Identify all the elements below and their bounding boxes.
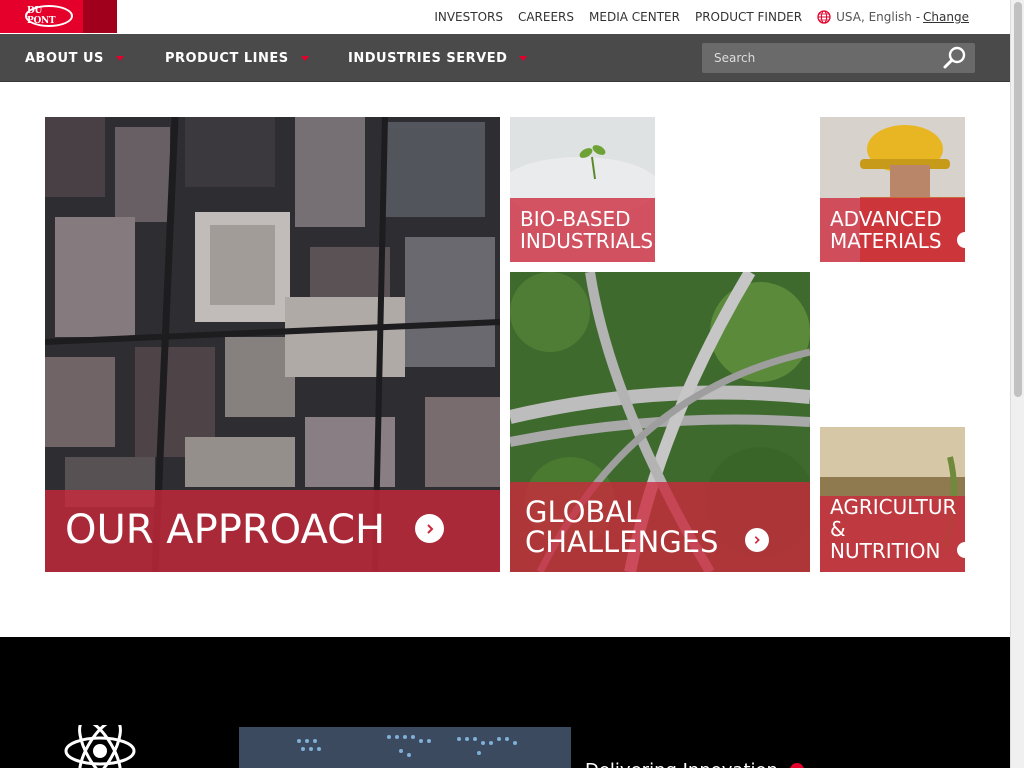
tile-bio-label-line2: INDUSTRIALS [520, 229, 654, 253]
tile-bio-label-line1: BIO-BASED [520, 207, 631, 231]
chevron-right-icon[interactable] [415, 514, 444, 543]
globe-icon [817, 10, 831, 24]
caret-down-icon [115, 55, 124, 61]
tile-agri-label-line1: AGRICULTUR [830, 495, 957, 519]
tile-advanced-materials[interactable]: ADVANCED MATERIALS [820, 117, 965, 262]
nav-about-us[interactable]: ABOUT US [25, 34, 124, 82]
search-button[interactable] [935, 43, 975, 73]
tile-agriculture-nutrition[interactable]: AGRICULTUR & NUTRITION [820, 427, 965, 572]
tile-advanced-label-line1: ADVANCED [830, 207, 942, 231]
atom-icon [64, 725, 136, 768]
tile-global-label-line1: GLOBAL [525, 495, 642, 529]
world-map-thumbnail[interactable] [239, 727, 571, 768]
tile-bio-label: BIO-BASED INDUSTRIALS [520, 208, 653, 252]
logo-shade [83, 0, 117, 33]
nav-industries-served[interactable]: INDUSTRIES SERVED [348, 34, 528, 82]
locale-selector: USA, English - Change [817, 10, 969, 24]
tile-advanced-label: ADVANCED MATERIALS [830, 208, 942, 252]
nav-industries-served-label: INDUSTRIES SERVED [348, 50, 508, 66]
nav-product-lines[interactable]: PRODUCT LINES [165, 34, 309, 82]
red-dot-icon [790, 763, 804, 768]
tile-bio-based-industrials[interactable]: BIO-BASED INDUSTRIALS [510, 117, 655, 262]
tile-global-challenges[interactable]: GLOBAL CHALLENGES [510, 272, 810, 572]
media-center-link[interactable]: MEDIA CENTER [589, 10, 680, 24]
page: DU PONT INVESTORS CAREERS MEDIA CENTER P… [0, 0, 1024, 768]
tile-agri-label-line2: & [830, 517, 846, 541]
tile-advanced-label-line2: MATERIALS [830, 229, 942, 253]
change-locale-link[interactable]: Change [923, 10, 969, 24]
product-finder-link[interactable]: PRODUCT FINDER [695, 10, 802, 24]
logo-oval: DU PONT [25, 5, 73, 27]
careers-link[interactable]: CAREERS [518, 10, 574, 24]
investors-link[interactable]: INVESTORS [434, 10, 503, 24]
dupont-logo[interactable]: DU PONT [0, 0, 117, 33]
search-input[interactable] [702, 43, 932, 73]
tile-our-approach-label: OUR APPROACH [65, 507, 386, 553]
tile-global-label: GLOBAL CHALLENGES [525, 497, 718, 557]
nav-about-us-label: ABOUT US [25, 50, 104, 66]
search-box [702, 43, 975, 73]
search-icon [943, 46, 966, 69]
tile-our-approach[interactable]: OUR APPROACH [45, 117, 500, 572]
tile-agri-label: AGRICULTUR & NUTRITION [830, 496, 956, 562]
footer-section: Delivering Innovation [0, 637, 1010, 768]
main-nav: ABOUT US PRODUCT LINES INDUSTRIES SERVED [0, 34, 1010, 82]
chevron-right-icon[interactable] [745, 528, 769, 552]
utility-bar: DU PONT INVESTORS CAREERS MEDIA CENTER P… [0, 0, 1010, 34]
footer-teaser-text[interactable]: Delivering Innovation [585, 760, 778, 768]
page-scrollbar[interactable] [1010, 0, 1024, 768]
caret-down-icon [300, 55, 309, 61]
caret-down-icon [519, 55, 528, 61]
scrollbar-thumb[interactable] [1014, 2, 1022, 397]
nav-product-lines-label: PRODUCT LINES [165, 50, 289, 66]
tile-agri-label-line3: NUTRITION [830, 539, 941, 563]
utility-links: INVESTORS CAREERS MEDIA CENTER PRODUCT F… [419, 0, 969, 34]
locale-text: USA, English - [836, 10, 921, 24]
tile-global-label-line2: CHALLENGES [525, 525, 719, 559]
logo-text: DU PONT [27, 6, 56, 26]
